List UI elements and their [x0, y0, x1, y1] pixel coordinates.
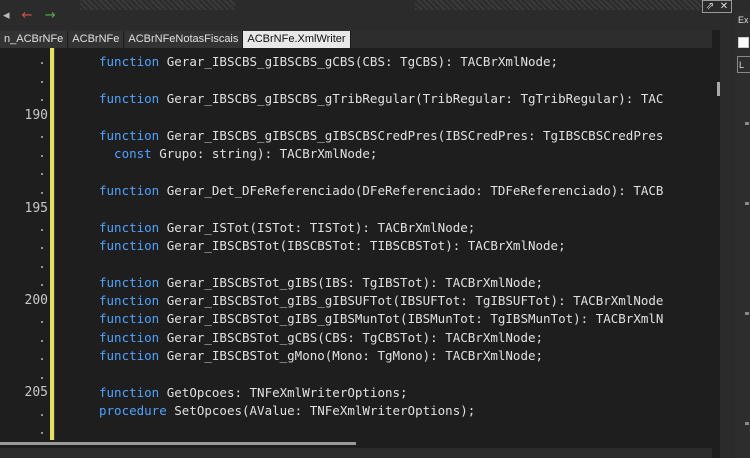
gutter-dot: .	[38, 164, 46, 179]
tab-acbrnfe-xmlwriter[interactable]: ACBrNFe.XmlWriter	[243, 31, 351, 48]
code-line: function Gerar_IBSCBSTot_gCBS(CBS: TgCBS…	[99, 330, 544, 345]
gutter-dot: .	[38, 405, 46, 420]
panel-marker	[745, 312, 749, 315]
code-editor[interactable]: . . . 190 . . . . 195 . . . . 200 . . . …	[0, 48, 712, 440]
window-buttons: ⇗ ✕	[702, 0, 732, 13]
title-toolbar: ◂ ← → ⇗ ✕	[0, 0, 750, 30]
panel-marker	[745, 202, 749, 205]
gutter-dot: .	[38, 257, 46, 272]
gutter-dot: .	[38, 220, 46, 235]
horizontal-scroll-thumb[interactable]	[0, 442, 356, 445]
navigation-arrows: ◂ ← →	[3, 9, 64, 22]
gutter-dot: .	[38, 349, 46, 364]
code-line: function Gerar_IBSCBSTot(IBSCBSTot: TIBS…	[99, 238, 566, 253]
code-line: function Gerar_IBSCBS_gIBSCBS_gCBS(CBS: …	[99, 54, 559, 69]
drag-grip-left	[80, 0, 235, 10]
gutter-separator	[54, 48, 55, 440]
forward-arrow-icon[interactable]: →	[45, 8, 56, 23]
gutter-dot: .	[38, 183, 46, 198]
tab-acbrnfe[interactable]: ACBrNFe	[68, 31, 125, 48]
line-number: 195	[24, 201, 48, 216]
line-number: 205	[24, 385, 48, 400]
panel-marker	[745, 422, 749, 425]
code-line: function Gerar_ISTot(ISTot: TISTot): TAC…	[99, 220, 476, 235]
gutter-dot: .	[38, 423, 46, 438]
gutter-dot: .	[38, 312, 46, 327]
gutter-dot: .	[38, 275, 46, 290]
status-strip	[0, 448, 712, 458]
panel-label: L	[739, 60, 745, 70]
gutter-dot: .	[38, 238, 46, 253]
gutter-dot: .	[38, 53, 46, 68]
code-line: procedure SetOpcoes(AValue: TNFeXmlWrite…	[99, 403, 476, 418]
tab-acbrnfe-notas-fiscais[interactable]: ACBrNFeNotasFiscais	[124, 31, 244, 48]
drag-grip-right	[415, 0, 710, 10]
code-line: function GetOpcoes: TNFeXmlWriterOptions…	[99, 385, 408, 400]
pin-icon[interactable]: ⇗	[703, 1, 717, 12]
tab-n-acbrnfe[interactable]: n_ACBrNFe	[0, 31, 69, 48]
line-number: 200	[24, 293, 48, 308]
line-number-gutter: . . . 190 . . . . 195 . . . . 200 . . . …	[0, 48, 50, 440]
panel-checkbox[interactable]	[738, 37, 749, 48]
gutter-dot: .	[38, 368, 46, 383]
code-line: function Gerar_IBSCBSTot_gMono(Mono: TgM…	[99, 348, 544, 363]
panel-marker	[745, 122, 749, 125]
vertical-scrollbar[interactable]	[712, 48, 716, 440]
code-line: function Gerar_Det_DFeReferenciado(DFeRe…	[99, 183, 664, 198]
code-line: function Gerar_IBSCBS_gIBSCBS_gIBSCBSCre…	[99, 128, 664, 143]
close-icon[interactable]: ✕	[717, 1, 731, 12]
line-number: 190	[24, 108, 48, 123]
dropdown-arrow-icon[interactable]: ◂	[3, 8, 10, 23]
back-arrow-icon[interactable]: ←	[22, 8, 33, 23]
right-side-panel: Ex L	[735, 12, 750, 458]
gutter-dot: .	[38, 72, 46, 87]
code-line: function Gerar_IBSCBSTot_gIBS(IBS: TgIBS…	[99, 275, 544, 290]
code-line: function Gerar_IBSCBSTot_gIBS_gIBSMunTot…	[99, 311, 664, 326]
code-line: const Grupo: string): TACBrXmlNode;	[99, 146, 378, 161]
gutter-dot: .	[38, 331, 46, 346]
code-line: function Gerar_IBSCBSTot_gIBS_gIBSUFTot(…	[99, 293, 664, 308]
panel-splitter[interactable]	[720, 30, 735, 458]
gutter-dot: .	[38, 127, 46, 142]
editor-tab-bar: n_ACBrNFe ACBrNFe ACBrNFeNotasFiscais AC…	[0, 30, 712, 48]
gutter-dot: .	[38, 90, 46, 105]
panel-title: Ex	[738, 15, 749, 25]
gutter-dot: .	[38, 146, 46, 161]
code-line: function Gerar_IBSCBS_gIBSCBS_gTribRegul…	[99, 91, 664, 106]
